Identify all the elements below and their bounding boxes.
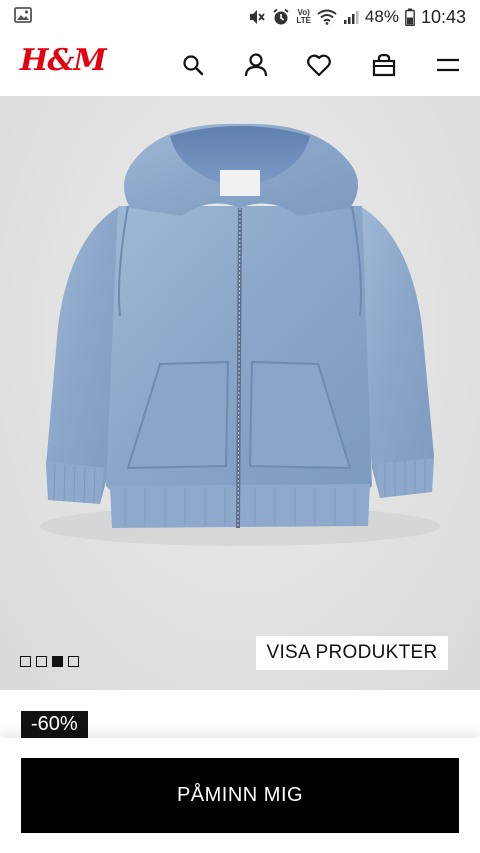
gallery-dot-4[interactable] [68, 656, 79, 667]
product-image-gallery[interactable]: VISA PRODUKTER [0, 96, 480, 690]
lte-label: LTE [296, 16, 311, 25]
wifi-icon [317, 9, 337, 25]
show-products-button[interactable]: VISA PRODUKTER [256, 636, 448, 670]
favorites-icon[interactable] [305, 51, 333, 79]
denim-hoodie-jacket-image [40, 123, 440, 546]
account-icon[interactable] [242, 51, 270, 79]
menu-icon[interactable] [434, 51, 462, 79]
bottom-action-panel: PÅMINN MIG [0, 738, 480, 853]
alarm-icon [272, 8, 290, 26]
status-left [14, 6, 32, 28]
remind-me-button[interactable]: PÅMINN MIG [21, 758, 459, 833]
gallery-pagination [20, 656, 79, 667]
volte-indicator: Vo) LTE [296, 9, 311, 25]
mute-icon [248, 8, 266, 26]
search-icon[interactable] [179, 51, 207, 79]
status-right: Vo) LTE 48% 10:43 [248, 7, 466, 28]
status-bar: Vo) LTE 48% 10:43 [0, 0, 480, 34]
shopping-bag-icon[interactable] [370, 51, 398, 79]
discount-badge: -60% [21, 711, 88, 738]
battery-percent: 48% [364, 7, 399, 26]
gallery-dot-3-active[interactable] [52, 656, 63, 667]
gallery-dot-1[interactable] [20, 656, 31, 667]
signal-icon [343, 9, 359, 25]
battery-icon [405, 8, 415, 26]
site-header: H&M [0, 34, 480, 96]
gallery-notification-icon [14, 6, 32, 28]
clock: 10:43 [420, 6, 466, 27]
gallery-dot-2[interactable] [36, 656, 47, 667]
hm-logo[interactable]: H&M [20, 43, 107, 78]
